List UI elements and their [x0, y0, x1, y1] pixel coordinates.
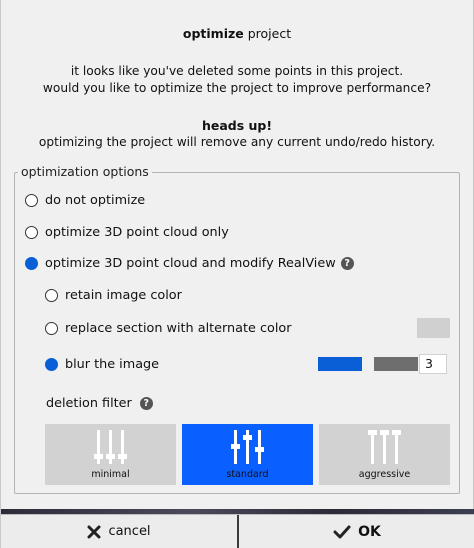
option-replace-color-label: replace section with alternate color	[65, 321, 292, 336]
radio-cloud-only[interactable]	[25, 226, 38, 239]
dialog-title-bold: optimize	[182, 26, 244, 41]
radio-blur-image[interactable]	[45, 358, 58, 371]
warning-heading: heads up!	[201, 118, 273, 133]
radio-cloud-and-realview[interactable]	[25, 257, 38, 270]
ok-button-label: OK	[358, 523, 381, 540]
filter-aggressive-label: aggressive	[358, 469, 411, 480]
close-icon	[87, 525, 101, 538]
checkmark-icon	[333, 525, 351, 538]
message-line-1: it looks like you've deleted some points…	[70, 64, 404, 78]
help-icon[interactable]: ?	[340, 257, 354, 270]
radio-replace-color[interactable]	[45, 322, 58, 335]
option-retain-color-label: retain image color	[65, 288, 182, 303]
optimize-project-dialog: optimize project it looks like you've de…	[0, 0, 474, 548]
radio-retain-color[interactable]	[45, 289, 58, 302]
option-cloud-and-realview[interactable]: optimize 3D point cloud and modify RealV…	[25, 256, 354, 271]
option-cloud-only-label: optimize 3D point cloud only	[45, 225, 229, 240]
filter-minimal-button[interactable]: minimal	[45, 424, 176, 485]
sliders-standard-icon	[230, 430, 264, 464]
filter-standard-label: standard	[226, 469, 269, 480]
option-replace-color[interactable]: replace section with alternate color	[45, 321, 291, 336]
help-icon[interactable]: ?	[139, 397, 153, 410]
warning-body: optimizing the project will remove any c…	[38, 135, 436, 149]
radio-do-not-optimize[interactable]	[25, 194, 38, 207]
dialog-footer: cancel OK	[1, 514, 474, 548]
sliders-minimal-icon	[93, 430, 127, 464]
filter-standard-button[interactable]: standard	[182, 424, 313, 485]
blur-slider-fill	[318, 357, 362, 371]
cancel-button[interactable]: cancel	[1, 515, 237, 548]
sliders-aggressive-icon	[367, 430, 401, 464]
dialog-title: optimize project	[1, 26, 473, 41]
cancel-button-label: cancel	[108, 524, 151, 539]
option-blur-image-label: blur the image	[65, 357, 160, 372]
blur-amount-slider[interactable]: 3	[318, 354, 448, 374]
option-cloud-only[interactable]: optimize 3D point cloud only	[25, 225, 229, 240]
option-do-not-optimize-label: do not optimize	[45, 193, 146, 208]
ok-button[interactable]: OK	[237, 515, 474, 548]
option-retain-color[interactable]: retain image color	[45, 288, 182, 303]
option-do-not-optimize[interactable]: do not optimize	[25, 193, 145, 208]
blur-value-field[interactable]: 3	[419, 354, 447, 374]
option-blur-image[interactable]: blur the image	[45, 357, 159, 372]
deletion-filter-label-text: deletion filter	[46, 396, 132, 411]
filter-minimal-label: minimal	[91, 469, 130, 480]
optimization-options-legend: optimization options	[18, 164, 152, 179]
dialog-title-rest: project	[243, 26, 292, 41]
deletion-filter-label: deletion filter ?	[46, 396, 153, 411]
filter-aggressive-button[interactable]: aggressive	[319, 424, 450, 485]
message-line-2: would you like to optimize the project t…	[42, 81, 432, 95]
option-cloud-and-realview-label: optimize 3D point cloud and modify RealV…	[45, 256, 336, 271]
alternate-color-swatch[interactable]	[417, 318, 450, 338]
blur-slider-track[interactable]	[374, 357, 418, 371]
